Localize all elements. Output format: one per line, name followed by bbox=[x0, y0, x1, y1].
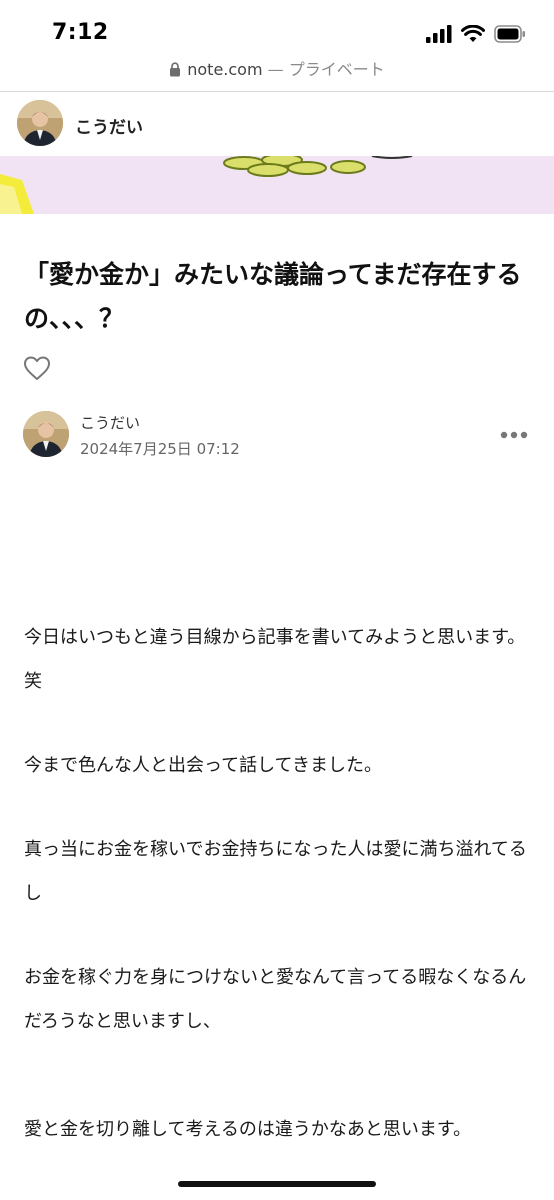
byline-avatar[interactable] bbox=[23, 411, 69, 457]
article-paragraph: お金を稼ぐ力を身につけないと愛なんて言ってる暇なくなるんだろうなと思いますし、 bbox=[24, 967, 527, 1032]
url-domain: note.com bbox=[187, 60, 263, 79]
url-bar[interactable]: note.com — プライベート bbox=[0, 56, 554, 86]
heart-icon[interactable] bbox=[23, 355, 51, 381]
publish-date: 2024年7月25日 07:12 bbox=[80, 440, 240, 458]
byline-author-name[interactable]: こうだい bbox=[80, 412, 140, 433]
lock-icon bbox=[170, 62, 181, 77]
article-paragraph: 愛と金を切り離して考えるのは違うかなあと思います。 bbox=[24, 1119, 472, 1140]
privacy-label: — プライベート bbox=[262, 60, 385, 79]
more-horizontal-icon[interactable] bbox=[500, 428, 528, 442]
status-time: 7:12 bbox=[52, 20, 109, 45]
article-title: 「愛か金か」みたいな議論ってまだ存在するの、、、？ bbox=[24, 260, 522, 333]
home-indicator[interactable] bbox=[178, 1181, 376, 1187]
hero-image bbox=[0, 156, 554, 214]
article-paragraph: 真っ当にお金を稼いでお金持ちになった人は愛に満ち溢れてるし bbox=[24, 839, 527, 904]
author-header[interactable]: こうだい bbox=[0, 92, 554, 156]
article-paragraph: 今まで色んな人と出会って話してきました。 bbox=[24, 755, 383, 776]
status-icons bbox=[426, 24, 526, 44]
battery-icon bbox=[494, 25, 525, 43]
status-bar: 7:12 bbox=[0, 0, 554, 64]
cellular-signal-icon bbox=[426, 25, 452, 43]
article-paragraph: 今日はいつもと違う目線から記事を書いてみようと思います。笑 bbox=[24, 627, 526, 692]
author-avatar[interactable] bbox=[17, 100, 63, 146]
header-author-name[interactable]: こうだい bbox=[75, 113, 143, 138]
wifi-icon bbox=[461, 25, 485, 42]
